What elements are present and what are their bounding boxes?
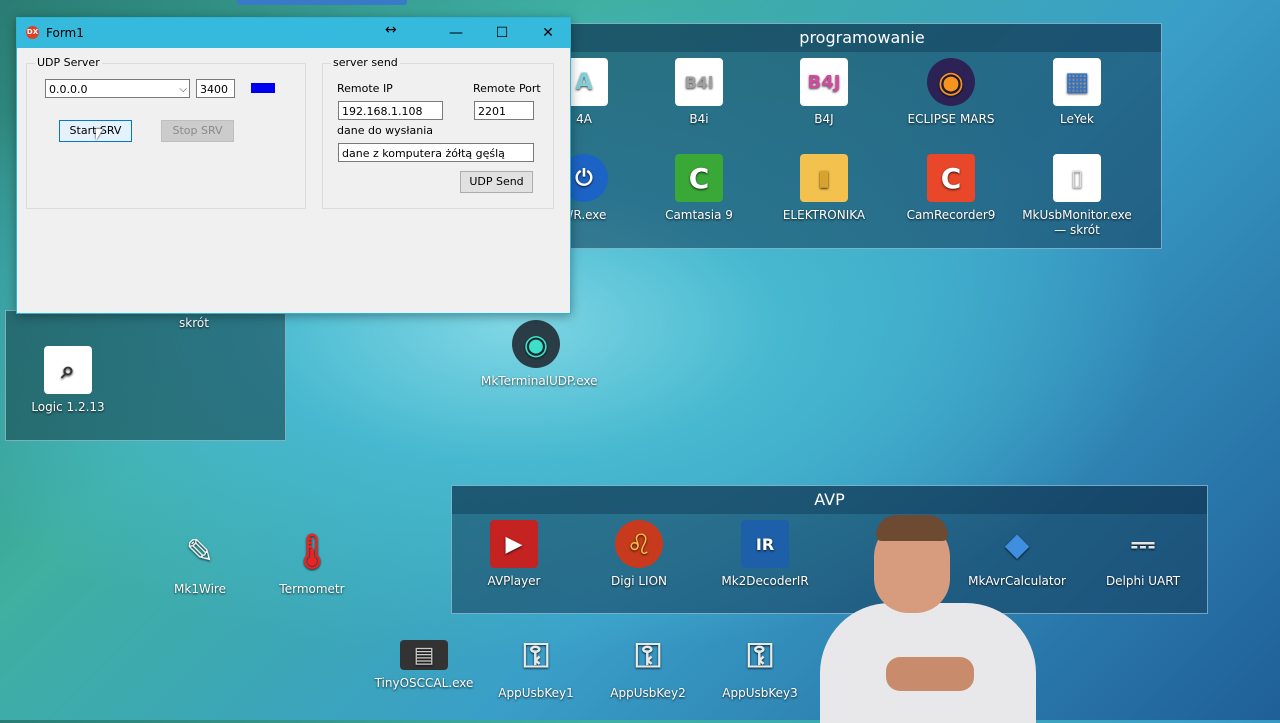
- desktop-icon-eclipse[interactable]: ◉ ECLIPSE MARS: [896, 58, 1006, 127]
- chip-icon: ▤: [400, 640, 448, 670]
- key-icon: ⚿: [635, 635, 661, 676]
- desktop-icon-label: B4J: [814, 112, 834, 126]
- leyek-icon: ▦: [1053, 58, 1101, 106]
- key-icon: ⚿: [747, 635, 773, 676]
- data-to-send-label: dane do wysłania: [337, 124, 434, 137]
- status-indicator: [251, 83, 275, 93]
- desktop-icon-label: LeYek: [1060, 112, 1094, 126]
- desktop-icon-label: AppUsbKey1: [498, 686, 574, 700]
- presenter-hair: [876, 515, 948, 541]
- desktop-icon-camtasia[interactable]: C Camtasia 9: [644, 154, 754, 223]
- desktop-icon-appusbkey2[interactable]: ⚿ AppUsbKey2: [593, 632, 703, 701]
- ip-combobox-value: 0.0.0.0: [49, 83, 88, 96]
- mouse-cursor-icon: [96, 129, 103, 140]
- desktop-icon-label: Camtasia 9: [665, 208, 733, 222]
- title-bar[interactable]: DX Form1 ↔ — ☐ ✕: [17, 18, 570, 48]
- desktop-icon-label: Mk1Wire: [174, 582, 226, 596]
- desktop-icon-elektronika[interactable]: ▮ ELEKTRONIKA: [769, 154, 879, 223]
- desktop-icon-label: CamRecorder9: [906, 208, 996, 222]
- pencil-icon: ✎: [185, 531, 215, 572]
- desktop-icon-label: TinyOSCCAL.exe: [374, 676, 474, 690]
- b4i-icon: B4i: [675, 58, 723, 106]
- desktop-icon-label: AppUsbKey2: [610, 686, 686, 700]
- ir-icon: IR: [741, 520, 789, 568]
- file-icon: ▯: [1053, 154, 1101, 202]
- app-icon: DX: [26, 26, 39, 39]
- desktop-icon-label: Delphi UART: [1105, 574, 1181, 588]
- serial-connector-icon: ⎓: [1131, 526, 1155, 562]
- play-icon: ▶: [490, 520, 538, 568]
- desktop-icon-label: MkUsbMonitor.exe — skrót: [1022, 208, 1132, 237]
- logic-icon: ⌕: [44, 346, 92, 394]
- desktop-icon-b4i[interactable]: B4i B4i: [644, 58, 754, 127]
- maximize-button[interactable]: ☐: [479, 18, 525, 48]
- window-title: Form1: [46, 26, 84, 40]
- port-input[interactable]: 3400: [196, 79, 235, 98]
- udp-server-group-label: UDP Server: [35, 56, 102, 69]
- fence-avp-title: AVP: [452, 486, 1207, 514]
- desktop-icon-label: Termometr: [279, 582, 345, 596]
- presenter-webcam: [818, 515, 1038, 723]
- desktop-icon-digilion[interactable]: ♌ Digi LION: [584, 520, 694, 589]
- desktop-icon-label: Logic 1.2.13: [31, 400, 105, 414]
- remote-port-input[interactable]: 2201: [474, 101, 534, 120]
- desktop-icon-delphiuart[interactable]: ⎓ Delphi UART: [1088, 520, 1198, 589]
- server-send-group-label: server send: [331, 56, 400, 69]
- desktop-icon-b4j[interactable]: B4J B4J: [769, 58, 879, 127]
- taskbar-tab: [237, 0, 407, 5]
- lion-icon: ♌: [615, 520, 663, 568]
- stop-srv-button[interactable]: Stop SRV: [161, 120, 234, 142]
- desktop-icon-label: B4i: [689, 112, 709, 126]
- minimize-button[interactable]: —: [433, 18, 479, 48]
- desktop-icon-label: AVPlayer: [487, 574, 541, 588]
- data-to-send-input[interactable]: dane z komputera żółtą gęślą: [338, 143, 534, 162]
- desktop-icon-camrecorder[interactable]: C CamRecorder9: [896, 154, 1006, 223]
- desktop-icon-label: Mk2DecoderIR: [721, 574, 809, 588]
- server-send-group: server send Remote IP Remote Port 192.16…: [322, 56, 554, 209]
- ip-combobox[interactable]: 0.0.0.0 ⌵: [45, 79, 190, 98]
- resize-cursor-icon: ↔: [385, 22, 397, 38]
- desktop-icon-label: Digi LION: [611, 574, 667, 588]
- desktop-icon-appusbkey1[interactable]: ⚿ AppUsbKey1: [481, 632, 591, 701]
- form1-window: DX Form1 ↔ — ☐ ✕ UDP Server 0.0.0.0 ⌵ 34…: [16, 17, 571, 314]
- remote-port-label: Remote Port: [473, 82, 541, 95]
- remote-ip-label: Remote IP: [337, 82, 393, 95]
- desktop-icon-mk2decoderir[interactable]: IR Mk2DecoderIR: [710, 520, 820, 589]
- desktop-icon-avplayer[interactable]: ▶ AVPlayer: [459, 520, 569, 589]
- desktop-icon-logic[interactable]: ⌕ Logic 1.2.13: [13, 346, 123, 415]
- presenter-hands: [886, 657, 974, 691]
- thermometer-icon: 🌡: [290, 531, 334, 572]
- desktop-icon-mkusbmonitor[interactable]: ▯ MkUsbMonitor.exe — skrót: [1022, 154, 1132, 238]
- close-button[interactable]: ✕: [525, 18, 571, 48]
- udp-send-button[interactable]: UDP Send: [460, 171, 533, 193]
- desktop-icon-tinyosccal[interactable]: ▤ TinyOSCCAL.exe: [369, 632, 479, 691]
- desktop-icon-termometr[interactable]: 🌡 Termometr: [257, 528, 367, 597]
- chevron-down-icon[interactable]: ⌵: [179, 80, 187, 99]
- desktop-icon-label: MkTerminalUDP.exe: [481, 374, 598, 388]
- desktop-icon-label: ELEKTRONIKA: [782, 208, 866, 222]
- desktop-icon-appusbkey3[interactable]: ⚿ AppUsbKey3: [705, 632, 815, 701]
- desktop-icon-label: skrót: [179, 316, 209, 330]
- desktop-icon-leyek[interactable]: ▦ LeYek: [1022, 58, 1132, 127]
- remote-ip-input[interactable]: 192.168.1.108: [338, 101, 443, 120]
- wifi-icon: ◉: [512, 320, 560, 368]
- udp-server-group: UDP Server 0.0.0.0 ⌵ 3400 Start SRV Stop…: [26, 56, 306, 209]
- key-icon: ⚿: [523, 635, 549, 676]
- desktop-icon-label: AppUsbKey3: [722, 686, 798, 700]
- desktop-icon-label: ECLIPSE MARS: [907, 112, 995, 126]
- b4j-icon: B4J: [800, 58, 848, 106]
- desktop-icon-shortcut[interactable]: skrót: [139, 316, 249, 331]
- camrecorder-icon: C: [927, 154, 975, 202]
- camtasia-icon: C: [675, 154, 723, 202]
- eclipse-icon: ◉: [927, 58, 975, 106]
- desktop-icon-mk1wire[interactable]: ✎ Mk1Wire: [145, 528, 255, 597]
- desktop-icon-mkterminaludp[interactable]: ◉ MkTerminalUDP.exe: [481, 320, 598, 389]
- folder-icon: ▮: [800, 154, 848, 202]
- fence-programming-title: programowanie: [563, 24, 1161, 52]
